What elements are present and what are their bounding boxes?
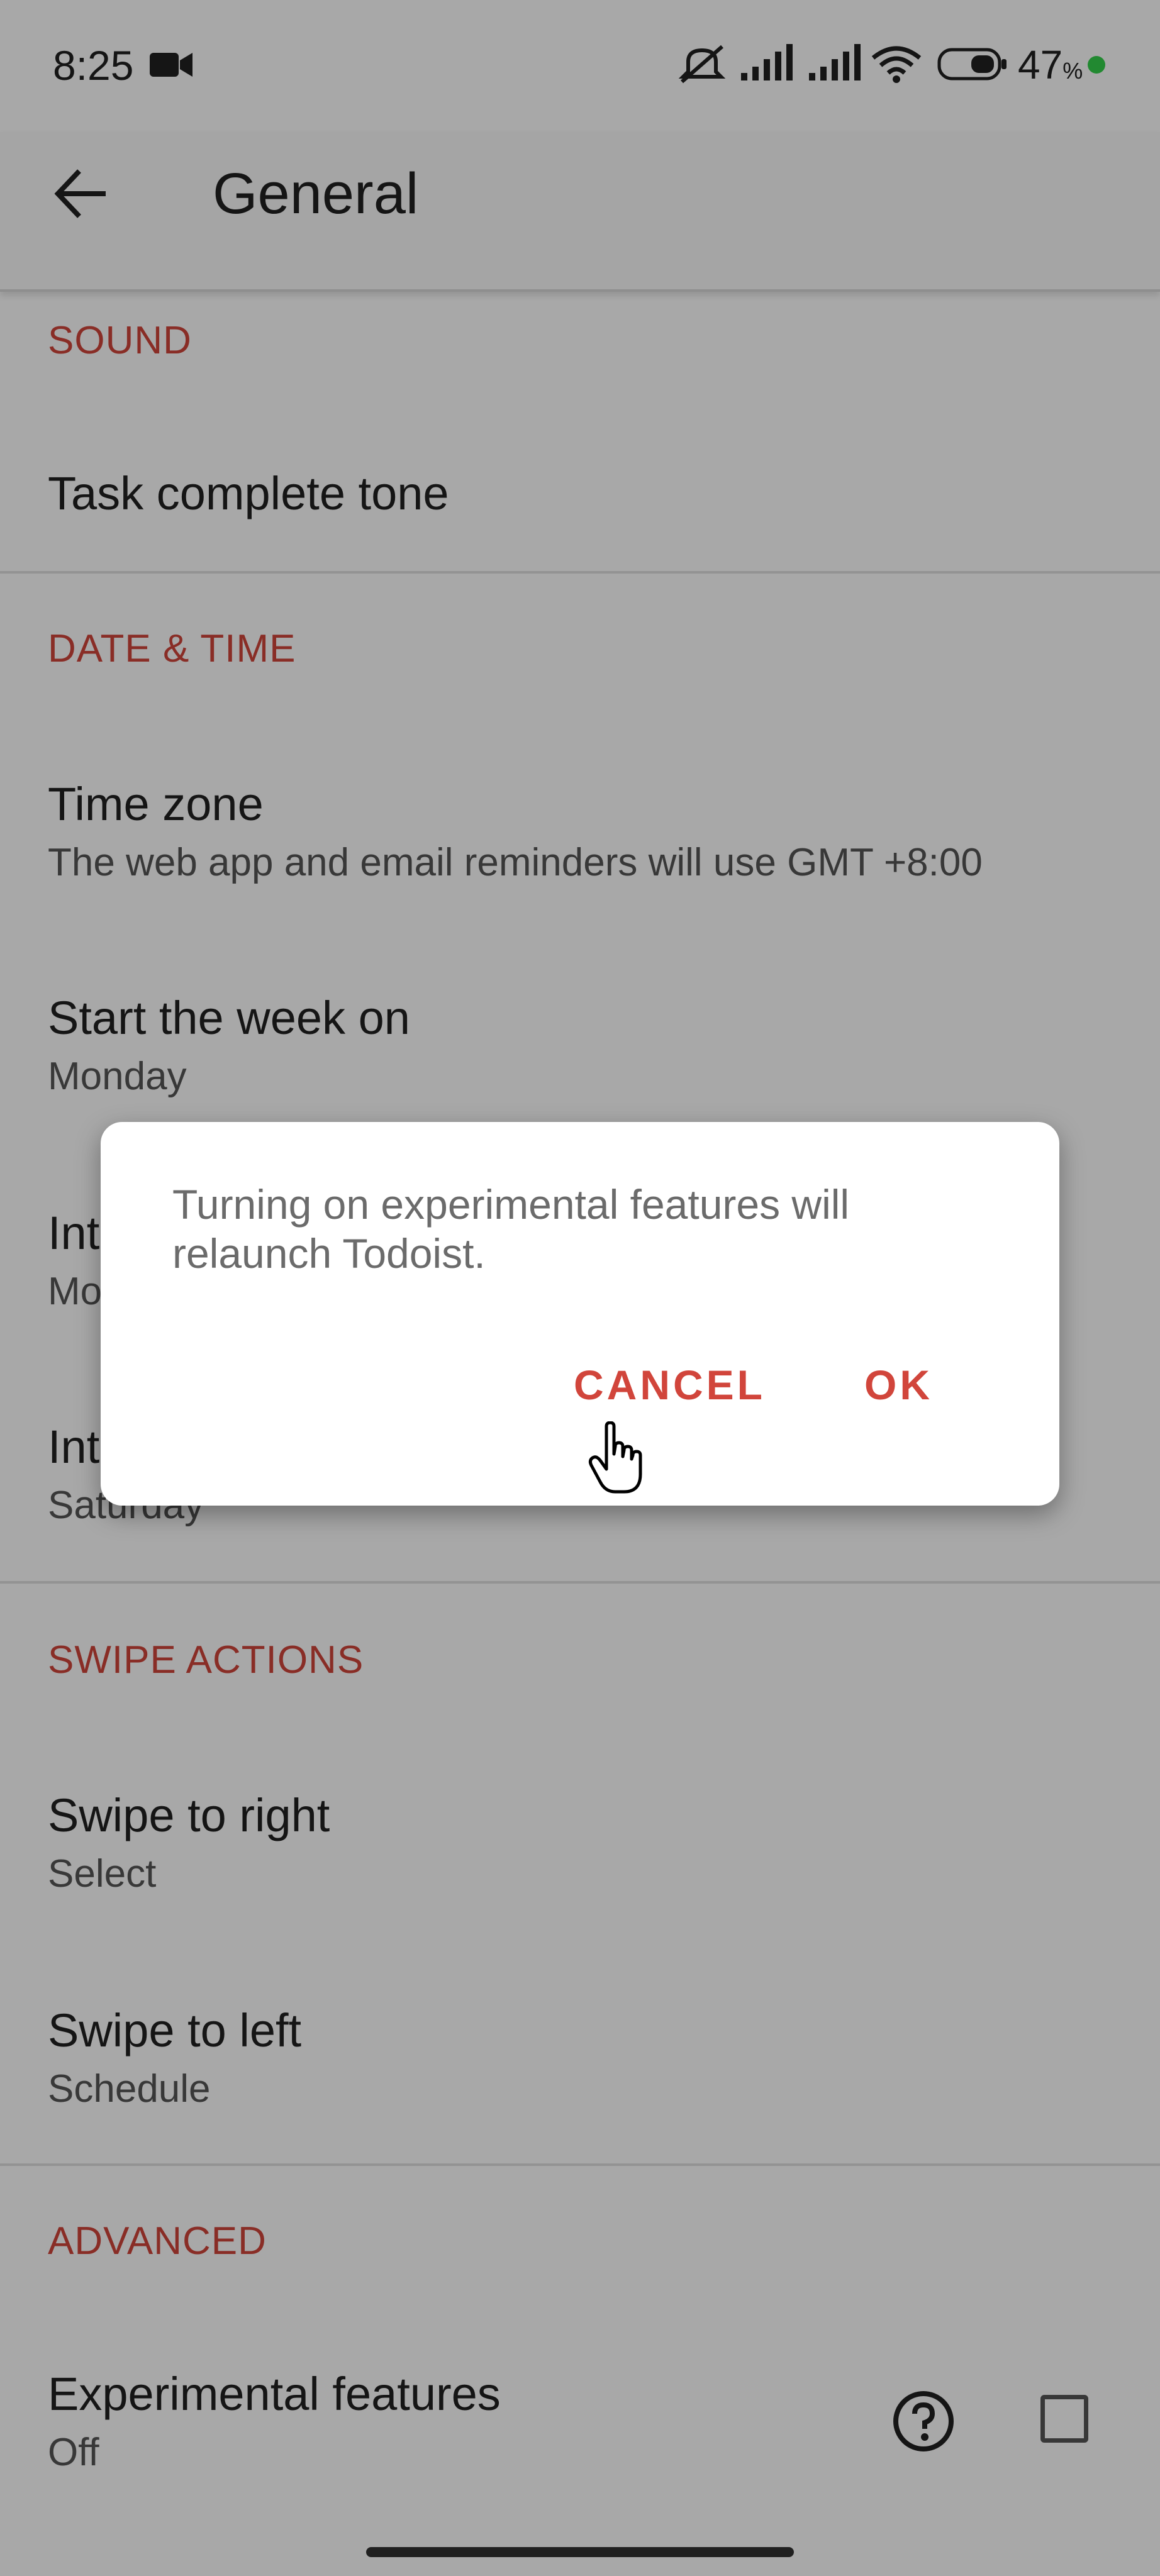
cancel-button[interactable]: CANCEL: [574, 1361, 766, 1409]
confirm-dialog: Turning on experimental features will re…: [101, 1122, 1059, 1506]
settings-screen: 8:25 47% General SOUND Task complete ton…: [0, 0, 1160, 2576]
hand-cursor-icon: [588, 1421, 642, 1494]
dialog-message: Turning on experimental features will re…: [172, 1181, 850, 1277]
home-indicator[interactable]: [366, 2547, 794, 2557]
ok-button[interactable]: OK: [864, 1361, 933, 1409]
